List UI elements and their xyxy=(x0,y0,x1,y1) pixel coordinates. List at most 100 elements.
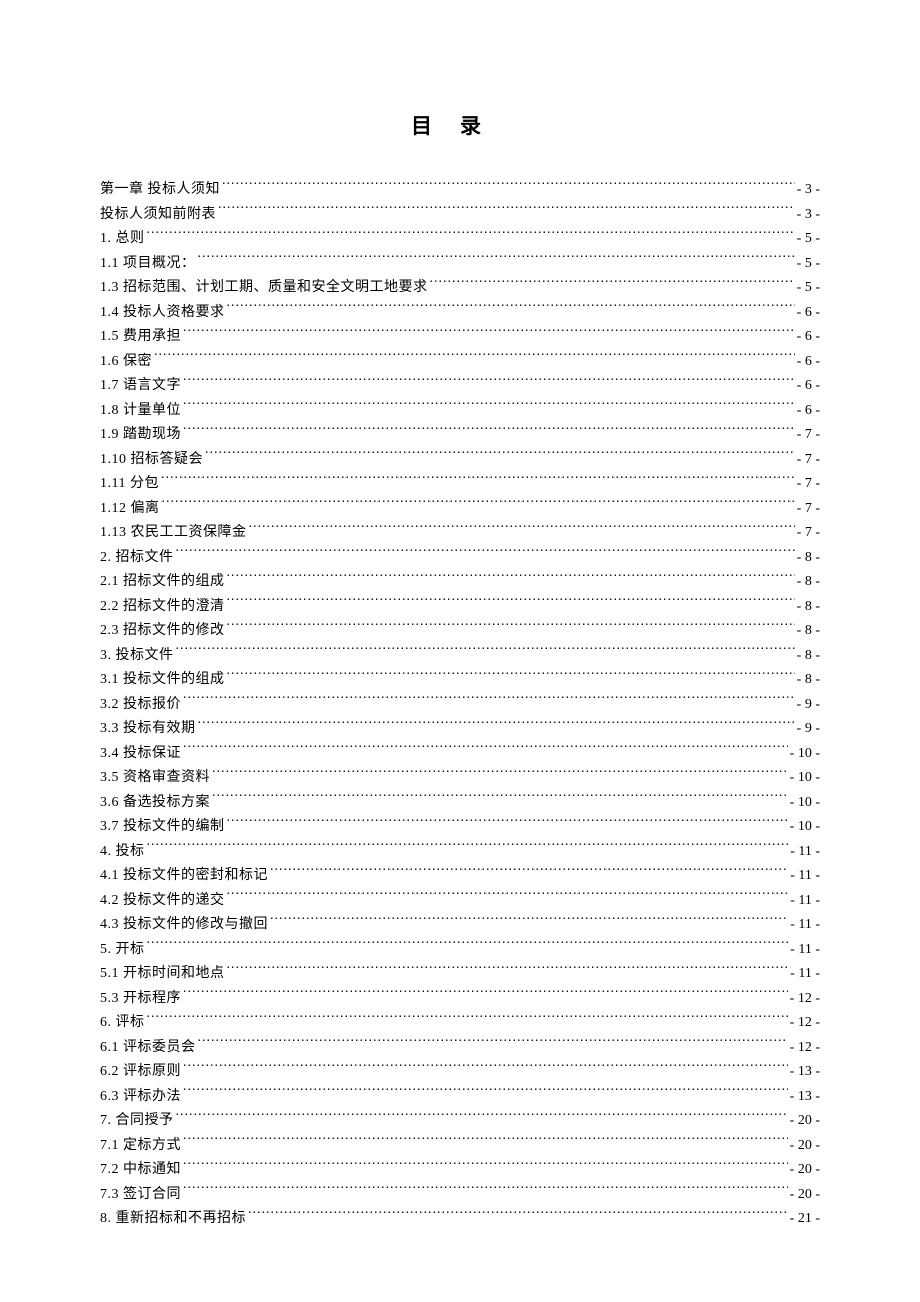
toc-page: - 13 - xyxy=(790,1060,820,1085)
toc-page: - 12 - xyxy=(790,1011,820,1036)
toc-page: - 11 - xyxy=(790,864,820,889)
toc-page: - 8 - xyxy=(797,570,820,595)
toc-leader-dots xyxy=(227,571,795,585)
toc-row: 3.1 投标文件的组成- 8 - xyxy=(100,668,820,693)
toc-row: 7.1 定标方式- 20 - xyxy=(100,1134,820,1159)
toc-page: - 8 - xyxy=(797,546,820,571)
toc-row: 6.1 评标委员会- 12 - xyxy=(100,1036,820,1061)
toc-leader-dots xyxy=(147,228,795,242)
toc-row: 4. 投标- 11 - xyxy=(100,840,820,865)
toc-page: - 8 - xyxy=(797,668,820,693)
toc-leader-dots xyxy=(176,547,795,561)
toc-leader-dots xyxy=(212,792,788,806)
toc-label: 1.6 保密 xyxy=(100,350,152,375)
toc-label: 8. 重新招标和不再招标 xyxy=(100,1207,246,1232)
toc-row: 投标人须知前附表- 3 - xyxy=(100,203,820,228)
toc-label: 4.3 投标文件的修改与撤回 xyxy=(100,913,268,938)
toc-label: 2.3 招标文件的修改 xyxy=(100,619,225,644)
toc-label: 1.7 语言文字 xyxy=(100,374,181,399)
toc-row: 6. 评标 - 12 - xyxy=(100,1011,820,1036)
toc-label: 3.3 投标有效期 xyxy=(100,717,196,742)
toc-page: - 7 - xyxy=(797,448,820,473)
toc-label: 7.3 签订合同 xyxy=(100,1183,181,1208)
toc-page: - 12 - xyxy=(790,987,820,1012)
toc-page: - 13 - xyxy=(790,1085,820,1110)
toc-row: 1.10 招标答疑会- 7 - xyxy=(100,448,820,473)
toc-leader-dots xyxy=(176,645,795,659)
toc-row: 3.5 资格审查资料 - 10 - xyxy=(100,766,820,791)
toc-page: - 11 - xyxy=(790,938,820,963)
toc-page: - 7 - xyxy=(797,472,820,497)
toc-leader-dots xyxy=(270,914,788,928)
toc-leader-dots xyxy=(227,669,795,683)
toc-label: 5.3 开标程序 xyxy=(100,987,181,1012)
toc-leader-dots xyxy=(147,841,789,855)
toc-row: 6.2 评标原则- 13 - xyxy=(100,1060,820,1085)
toc-page: - 5 - xyxy=(797,276,820,301)
toc-leader-dots xyxy=(183,1086,788,1100)
toc-label: 1.9 踏勘现场 xyxy=(100,423,181,448)
toc-row: 6.3 评标办法 - 13 - xyxy=(100,1085,820,1110)
toc-label: 1.13 农民工工资保障金 xyxy=(100,521,247,546)
toc-page: - 20 - xyxy=(790,1109,820,1134)
toc-page: - 3 - xyxy=(797,178,820,203)
toc-leader-dots xyxy=(430,277,795,291)
page-title: 目录 xyxy=(100,110,820,140)
toc-label: 3.5 资格审查资料 xyxy=(100,766,210,791)
toc-label: 3.6 备选投标方案 xyxy=(100,791,210,816)
toc-page: - 10 - xyxy=(790,815,820,840)
toc-leader-dots xyxy=(198,253,795,267)
toc-leader-dots xyxy=(222,179,795,193)
toc-leader-dots xyxy=(183,424,795,438)
toc-leader-dots xyxy=(183,326,795,340)
toc-row: 8. 重新招标和不再招标 - 21 - xyxy=(100,1207,820,1232)
toc-page: - 21 - xyxy=(790,1207,820,1232)
toc-page: - 7 - xyxy=(797,497,820,522)
toc-row: 1.8 计量单位- 6 - xyxy=(100,399,820,424)
toc-leader-dots xyxy=(227,302,795,316)
table-of-contents: 第一章 投标人须知- 3 -投标人须知前附表- 3 -1. 总则- 5 -1.1… xyxy=(100,178,820,1232)
toc-label: 1. 总则 xyxy=(100,227,145,252)
toc-leader-dots xyxy=(183,694,795,708)
toc-label: 2. 招标文件 xyxy=(100,546,174,571)
toc-leader-dots xyxy=(183,375,795,389)
toc-row: 3.6 备选投标方案 - 10 - xyxy=(100,791,820,816)
toc-leader-dots xyxy=(183,400,795,414)
toc-page: - 5 - xyxy=(797,252,820,277)
toc-page: - 6 - xyxy=(797,325,820,350)
toc-label: 第一章 投标人须知 xyxy=(100,178,220,203)
toc-leader-dots xyxy=(176,1110,788,1124)
toc-row: 2.2 招标文件的澄清 - 8 - xyxy=(100,595,820,620)
toc-leader-dots xyxy=(198,1037,788,1051)
toc-page: - 20 - xyxy=(790,1158,820,1183)
toc-page: - 10 - xyxy=(790,766,820,791)
toc-row: 3.3 投标有效期 - 9 - xyxy=(100,717,820,742)
toc-page: - 5 - xyxy=(797,227,820,252)
toc-label: 投标人须知前附表 xyxy=(100,203,216,228)
toc-page: - 9 - xyxy=(797,717,820,742)
toc-page: - 11 - xyxy=(790,913,820,938)
toc-row: 1.6 保密- 6 - xyxy=(100,350,820,375)
toc-label: 2.2 招标文件的澄清 xyxy=(100,595,225,620)
toc-row: 7.3 签订合同- 20 - xyxy=(100,1183,820,1208)
toc-label: 1.5 费用承担 xyxy=(100,325,181,350)
toc-page: - 10 - xyxy=(790,791,820,816)
toc-label: 2.1 招标文件的组成 xyxy=(100,570,225,595)
toc-leader-dots xyxy=(248,1208,788,1222)
toc-label: 6.3 评标办法 xyxy=(100,1085,181,1110)
toc-label: 6. 评标 xyxy=(100,1011,145,1036)
toc-leader-dots xyxy=(147,939,789,953)
toc-row: 3.2 投标报价- 9 - xyxy=(100,693,820,718)
toc-leader-dots xyxy=(154,351,795,365)
toc-label: 1.3 招标范围、计划工期、质量和安全文明工地要求 xyxy=(100,276,428,301)
toc-label: 5.1 开标时间和地点 xyxy=(100,962,225,987)
toc-row: 5. 开标- 11 - xyxy=(100,938,820,963)
toc-row: 2.1 招标文件的组成 - 8 - xyxy=(100,570,820,595)
toc-page: - 11 - xyxy=(790,962,820,987)
toc-row: 第一章 投标人须知 - 3 - xyxy=(100,178,820,203)
toc-row: 1.11 分包- 7 - xyxy=(100,472,820,497)
toc-row: 1.1 项目概况：- 5 - xyxy=(100,252,820,277)
toc-label: 4. 投标 xyxy=(100,840,145,865)
toc-label: 3.7 投标文件的编制 xyxy=(100,815,225,840)
toc-page: - 8 - xyxy=(797,595,820,620)
